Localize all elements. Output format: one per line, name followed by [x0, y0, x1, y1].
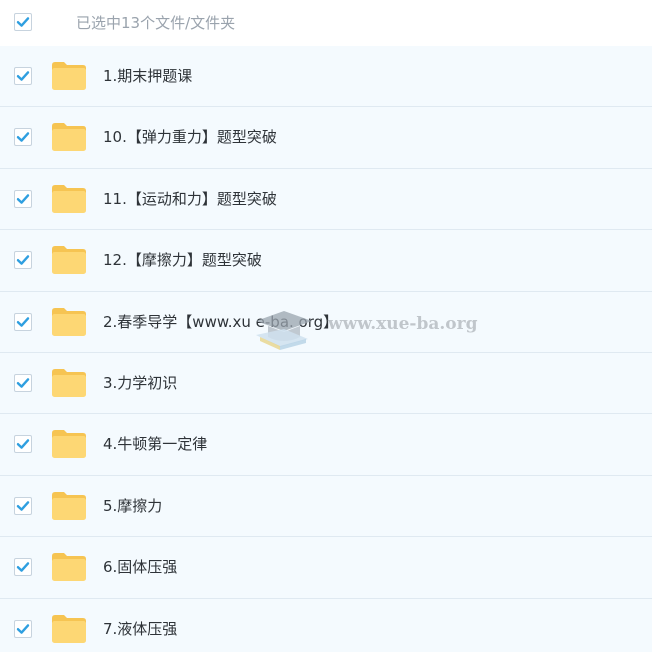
- checkmark-icon: [16, 378, 30, 388]
- item-checkbox[interactable]: [14, 558, 32, 577]
- file-row[interactable]: 1.期末押题课: [0, 46, 652, 108]
- folder-icon: [51, 122, 87, 152]
- file-row[interactable]: 2.春季导学【www.xu e-ba. org】: [0, 291, 652, 353]
- checkmark-icon: [16, 132, 30, 143]
- file-name[interactable]: 6.固体压强: [103, 556, 177, 578]
- checkmark-icon: [16, 17, 30, 27]
- item-checkbox[interactable]: [14, 67, 32, 85]
- checkmark-icon: [16, 255, 30, 265]
- checkmark-icon: [16, 623, 30, 634]
- file-name[interactable]: 7.液体压强: [103, 618, 177, 640]
- selection-header: 已选中13个文件/文件夹: [0, 0, 652, 46]
- file-name[interactable]: 2.春季导学【www.xu e-ba. org】: [103, 311, 338, 333]
- file-name[interactable]: 5.摩擦力: [103, 495, 162, 517]
- item-checkbox[interactable]: [14, 435, 32, 454]
- file-row[interactable]: 11.【运动和力】题型突破: [0, 168, 652, 231]
- file-name[interactable]: 11.【运动和力】题型突破: [103, 188, 277, 210]
- file-row[interactable]: 5.摩擦力: [0, 475, 652, 538]
- item-checkbox[interactable]: [14, 496, 32, 515]
- select-all-checkbox[interactable]: [14, 13, 32, 31]
- item-checkbox[interactable]: [14, 189, 32, 208]
- item-checkbox[interactable]: [14, 373, 32, 392]
- file-row[interactable]: 7.液体压强: [0, 598, 652, 652]
- folder-icon: [51, 307, 87, 337]
- item-checkbox[interactable]: [14, 312, 32, 331]
- file-name[interactable]: 3.力学初识: [103, 372, 177, 394]
- file-name[interactable]: 4.牛顿第一定律: [103, 433, 207, 455]
- folder-icon: [51, 61, 87, 91]
- checkmark-icon: [16, 500, 30, 511]
- item-checkbox[interactable]: [14, 619, 32, 638]
- file-row[interactable]: 4.牛顿第一定律: [0, 414, 652, 476]
- folder-icon: [51, 368, 87, 398]
- checkmark-icon: [16, 439, 30, 450]
- file-list: 1.期末押题课 10.【弹力重力】题型突破 11.【运动和力】题型突破 12.【摩擦力…: [0, 46, 652, 652]
- folder-icon: [51, 184, 87, 214]
- file-row[interactable]: 10.【弹力重力】题型突破: [0, 107, 652, 169]
- file-name[interactable]: 12.【摩擦力】题型突破: [103, 249, 262, 271]
- folder-icon: [51, 429, 87, 459]
- checkmark-icon: [16, 316, 30, 327]
- selected-count-label: 已选中13个文件/文件夹: [76, 14, 236, 32]
- item-checkbox[interactable]: [14, 128, 32, 147]
- checkmark-icon: [16, 71, 30, 81]
- file-row[interactable]: 6.固体压强: [0, 537, 652, 599]
- folder-icon: [51, 552, 87, 582]
- file-row[interactable]: 12.【摩擦力】题型突破: [0, 230, 652, 292]
- file-name[interactable]: 1.期末押题课: [103, 65, 192, 87]
- checkmark-icon: [16, 562, 30, 572]
- file-row[interactable]: 3.力学初识: [0, 352, 652, 415]
- folder-icon: [51, 245, 87, 275]
- folder-icon: [51, 614, 87, 644]
- file-name[interactable]: 10.【弹力重力】题型突破: [103, 126, 277, 148]
- file-selection-panel: 已选中13个文件/文件夹 1.期末押题课 10.【弹力重力】题型突破 11.【运动和…: [0, 0, 652, 652]
- checkmark-icon: [16, 193, 30, 204]
- item-checkbox[interactable]: [14, 251, 32, 270]
- folder-icon: [51, 491, 87, 521]
